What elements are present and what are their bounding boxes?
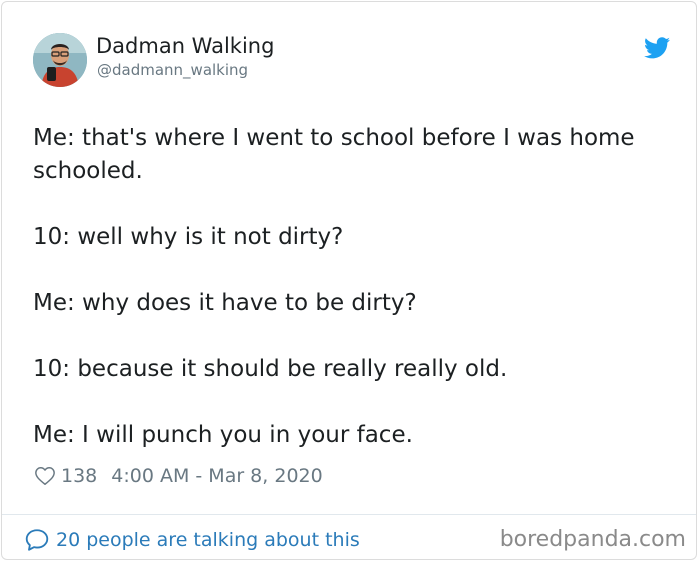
heart-icon[interactable] [34,465,56,487]
tweet-timestamp[interactable]: 4:00 AM - Mar 8, 2020 [111,465,322,487]
tweet-meta: 138 4:00 AM - Mar 8, 2020 [34,463,323,489]
talking-about-text[interactable]: 20 people are talking about this [56,529,360,551]
watermark: boredpanda.com [499,527,686,552]
tweet-line: 10: well why is it not dirty? [33,224,344,250]
twitter-bird-icon[interactable] [644,37,670,59]
avatar[interactable] [33,33,87,87]
like-count[interactable]: 138 [61,465,97,487]
tweet-text: Me: that's where I went to school before… [33,122,673,452]
speech-bubble-icon [25,529,49,551]
author-display-name[interactable]: Dadman Walking [96,33,274,59]
talking-about-link[interactable]: 20 people are talking about this [24,526,360,554]
tweet-line: 10: because it should be really really o… [33,356,508,382]
divider [2,514,696,515]
tweet-line: Me: I will punch you in your face. [33,422,413,448]
tweet-line: Me: that's where I went to school before… [33,125,635,184]
tweet-card: Dadman Walking @dadmann_walking Me: that… [1,1,697,560]
author-handle[interactable]: @dadmann_walking [97,61,248,79]
avatar-photo [33,33,87,87]
tweet-line: Me: why does it have to be dirty? [33,290,417,316]
